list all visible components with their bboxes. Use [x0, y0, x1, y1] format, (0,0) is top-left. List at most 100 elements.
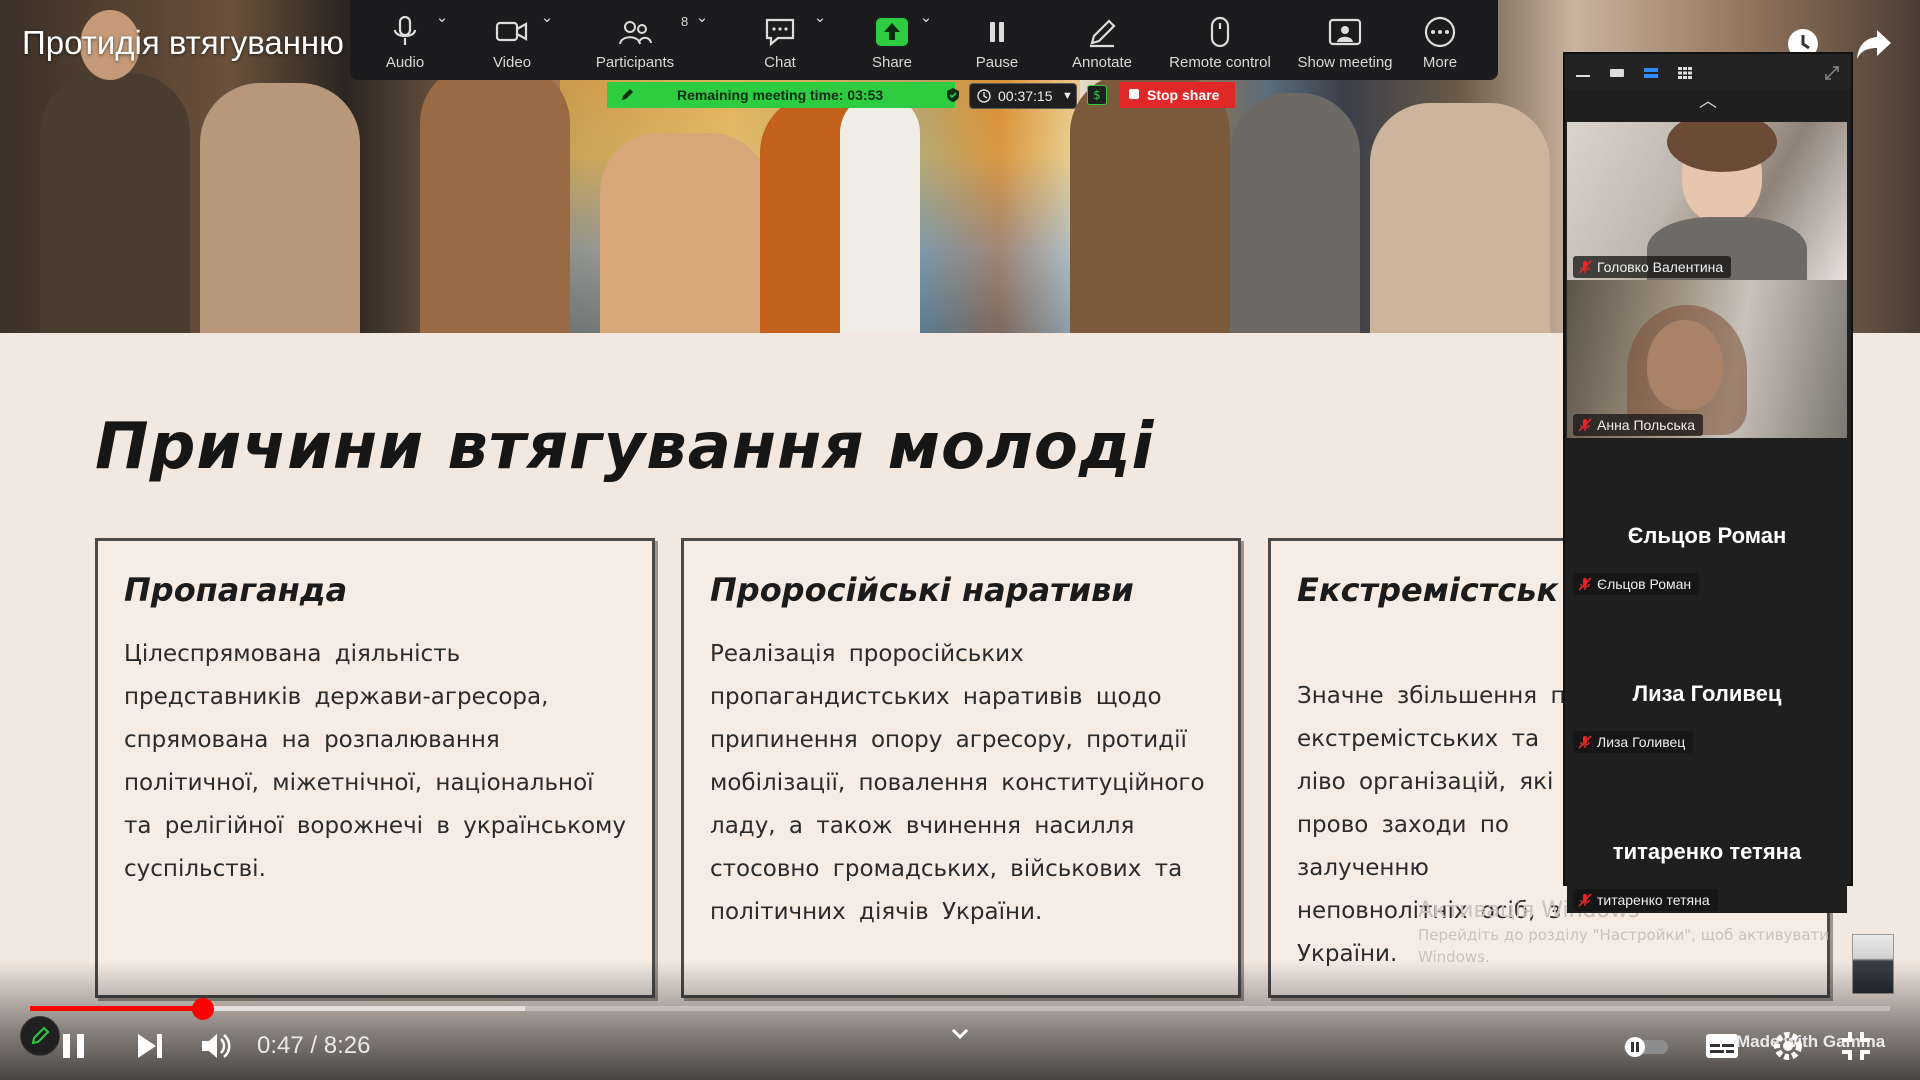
- mic-muted-icon: [1578, 260, 1592, 274]
- participant-name-tag: Анна Польська: [1573, 414, 1703, 436]
- mic-muted-icon: [1578, 418, 1592, 432]
- pencil-icon: [1082, 14, 1122, 50]
- single-speaker-view-icon[interactable]: [1609, 67, 1625, 79]
- person-figure: [40, 73, 190, 333]
- chevron-down-icon: ▼: [1062, 90, 1073, 102]
- remaining-time-banner: Remaining meeting time: 03:53: [607, 82, 959, 108]
- video-options-caret[interactable]: ⌄: [537, 8, 557, 78]
- progress-bar[interactable]: [30, 998, 1890, 1020]
- participant-tile[interactable]: Лиза Голивец Лиза Голивец: [1567, 597, 1847, 755]
- annotate-label: Annotate: [1071, 54, 1133, 71]
- exit-fullscreen-button[interactable]: [1834, 1024, 1878, 1068]
- chat-icon: [760, 14, 800, 50]
- participants-video-panel: ︿ Головко Валентина Анна Польська Єльцов…: [1563, 52, 1853, 913]
- remote-control-button[interactable]: Remote control: [1155, 8, 1285, 78]
- participant-name-tag: Лиза Голивец: [1573, 731, 1694, 753]
- mic-muted-icon: [1578, 577, 1592, 591]
- shield-check-icon: [947, 88, 959, 102]
- expand-icon[interactable]: [1823, 64, 1841, 82]
- zoom-toolbar: Audio ⌄ Video ⌄ 8 Participants ⌄ Chat ⌄ …: [350, 0, 1498, 80]
- card-text: Цілеспрямована діяльність представників …: [124, 641, 626, 882]
- meeting-timer-dropdown[interactable]: 00:37:15 ▼: [969, 83, 1077, 109]
- participant-name-tag: титаренко тетяна: [1573, 889, 1718, 911]
- share-arrow-icon[interactable]: [1855, 26, 1891, 62]
- more-button[interactable]: More: [1385, 8, 1495, 78]
- participant-tile[interactable]: титаренко тетяна титаренко тетяна: [1567, 755, 1847, 913]
- pause-share-button[interactable]: Pause: [942, 8, 1052, 78]
- settings-button[interactable]: [1766, 1024, 1810, 1068]
- participant-name-tag: Єльцов Роман: [1573, 573, 1700, 595]
- pause-label: Pause: [975, 54, 1019, 71]
- participants-count: 8: [681, 14, 689, 29]
- card-title: Пропаганда: [124, 571, 348, 609]
- video-title[interactable]: Протидія втягуванню: [22, 24, 344, 62]
- card-title: Проросійські наративи: [710, 571, 1134, 609]
- mouse-icon: [1200, 14, 1240, 50]
- participant-tile[interactable]: Єльцов Роман Єльцов Роман: [1567, 439, 1847, 597]
- person-figure: [840, 93, 920, 333]
- audio-options-caret[interactable]: ⌄: [432, 8, 452, 78]
- person-figure: [1070, 73, 1230, 333]
- card-propaganda: Пропаганда Цілеспрямована діяльність пре…: [95, 538, 655, 998]
- card-text: Реалізація проросійських пропагандистськ…: [710, 641, 1205, 925]
- camera-icon: [492, 14, 532, 50]
- strip-view-icon[interactable]: [1643, 67, 1659, 79]
- participant-display-name: Лиза Голивец: [1632, 681, 1782, 706]
- participant-display-name: титаренко тетяна: [1612, 839, 1802, 864]
- participant-display-name: Єльцов Роман: [1627, 523, 1787, 548]
- next-button[interactable]: [128, 1024, 172, 1068]
- mic-muted-icon: [1578, 735, 1592, 749]
- scroll-up-chevron-icon[interactable]: ︿: [1565, 92, 1851, 114]
- stop-share-label: Stop share: [1147, 87, 1220, 103]
- person-figure: [600, 133, 770, 333]
- chat-options-caret[interactable]: ⌄: [810, 8, 830, 78]
- participant-name: титаренко тетяна: [1597, 892, 1710, 908]
- share-screen-icon: [872, 14, 912, 50]
- elapsed-time: 00:37:15: [998, 88, 1053, 104]
- gear-icon: [1774, 1032, 1802, 1060]
- participants-button[interactable]: 8 Participants: [570, 8, 700, 78]
- volume-button[interactable]: [194, 1024, 238, 1068]
- cost-indicator[interactable]: $: [1087, 85, 1107, 105]
- chevron-down-icon[interactable]: [938, 1020, 982, 1050]
- grid-view-icon[interactable]: [1677, 67, 1693, 79]
- mic-muted-icon: [1578, 893, 1592, 907]
- pencil-icon: [622, 89, 633, 100]
- card-narratives: Проросійські наративи Реалізація проросі…: [681, 538, 1241, 998]
- progress-played: [30, 1006, 203, 1011]
- stop-share-button[interactable]: Stop share: [1119, 82, 1235, 108]
- share-options-caret[interactable]: ⌄: [916, 8, 936, 78]
- volume-icon: [202, 1034, 231, 1058]
- person-figure: [1370, 103, 1550, 333]
- stop-square-icon: [1129, 89, 1139, 99]
- card-title: Екстремістськ: [1297, 571, 1559, 609]
- remaining-time-text: Remaining meeting time: 03:53: [677, 87, 884, 103]
- participant-tile[interactable]: Головко Валентина: [1567, 122, 1847, 280]
- person-figure: [420, 63, 570, 333]
- skip-next-icon: [138, 1034, 162, 1058]
- meeting-status-strip: Remaining meeting time: 03:53 00:37:15 ▼…: [607, 82, 1237, 109]
- more-label: More: [1422, 54, 1458, 71]
- participants-label: Participants: [595, 54, 675, 71]
- pause-icon: [977, 14, 1017, 50]
- clock-icon: [977, 89, 991, 103]
- exit-fullscreen-icon: [1842, 1032, 1870, 1060]
- pause-button[interactable]: [52, 1024, 96, 1068]
- panel-view-switcher: [1565, 54, 1851, 90]
- person-figure: [200, 83, 360, 333]
- person-figure: [1230, 93, 1360, 333]
- participants-icon: 8: [615, 14, 688, 50]
- participant-tile[interactable]: Анна Польська: [1567, 280, 1847, 438]
- participant-name: Анна Польська: [1597, 417, 1695, 433]
- minimize-view-icon[interactable]: [1575, 67, 1591, 79]
- participant-name: Єльцов Роман: [1597, 576, 1692, 592]
- participant-name: Головко Валентина: [1597, 259, 1724, 275]
- scrubber-handle[interactable]: [191, 998, 214, 1020]
- participant-name-tag: Головко Валентина: [1573, 256, 1732, 278]
- autoplay-toggle[interactable]: [1620, 1028, 1672, 1064]
- slide-heading: Причини втягування молоді: [95, 410, 1155, 484]
- participant-name: Лиза Голивец: [1597, 734, 1686, 750]
- microphone-icon: [385, 14, 425, 50]
- annotate-button[interactable]: Annotate: [1047, 8, 1157, 78]
- participants-options-caret[interactable]: ⌄: [692, 8, 712, 78]
